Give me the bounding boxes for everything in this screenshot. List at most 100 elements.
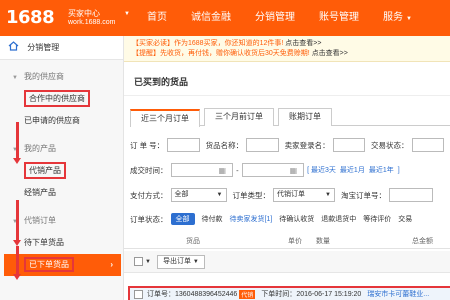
nav-service[interactable]: 服务 ▼ (371, 0, 424, 36)
nav-distribution[interactable]: 分销管理 (243, 0, 307, 36)
status-pending-receipt[interactable]: 待确认收货 (279, 214, 314, 224)
guide-arrow-icon (13, 274, 21, 280)
column-total: 总金额 (412, 238, 433, 245)
taobao-order-label: 淘宝订单号： (341, 190, 386, 200)
top-bar: 1688 买家中心 work.1688.com ▼ 首页 诚信金融 分销管理 账… (0, 0, 450, 36)
caret-down-icon: ▼ (216, 192, 223, 198)
order-type-label: 订单类型： (232, 190, 271, 200)
row-checkbox[interactable] (134, 289, 143, 299)
filter-row: 订 单 号： 货品名称： 卖家登录名： 交易状态： (130, 134, 450, 156)
notice-line: 【买家必读】作为1688买家，你还知道的12件事! 点击查看>> (132, 39, 442, 49)
sidebar-item-label: 待下单货品 (24, 238, 64, 247)
export-orders-button[interactable]: 导出订单 ▼ (156, 254, 205, 269)
calendar-icon[interactable]: ▦ (219, 166, 227, 175)
date-separator: - (236, 165, 239, 175)
order-time-label: 下单时间： (261, 291, 297, 298)
guide-line (16, 122, 19, 158)
nav-finance[interactable]: 诚信金融 (179, 0, 243, 36)
column-unit-price: 单价 (288, 238, 302, 245)
notice-text: 先收货，再付钱，赠你确认收货后30天免费赊期! (160, 50, 310, 57)
trade-status-select[interactable] (411, 138, 444, 152)
status-refund[interactable]: 退款退货中 (321, 214, 356, 224)
status-pending-review[interactable]: 等待评价 (363, 214, 391, 224)
notice-link[interactable]: 点击查看>> (285, 40, 321, 47)
logo-title: 买家中心 (68, 9, 100, 18)
product-name-input[interactable] (246, 138, 279, 152)
order-time-value: 2016-06-17 15:19:20 (296, 290, 362, 298)
table-row: 订单号： 1360488396452446 代销 下单时间： 2016-06-1… (128, 286, 450, 300)
sidebar-item-label: 已下单货品 (24, 257, 74, 272)
payment-select[interactable]: 全部 ▼ (170, 188, 227, 202)
guide-line (16, 246, 19, 274)
payment-label: 支付方式： (130, 190, 168, 200)
status-pending-payment[interactable]: 待付款 (202, 214, 223, 224)
chevron-down-icon: ▼ (406, 16, 412, 22)
link-last-3-days[interactable]: 最近3天 (311, 167, 336, 174)
caret-down-icon[interactable]: ▼ (145, 259, 151, 265)
link-last-month[interactable]: 最近1月 (340, 167, 365, 174)
nav-service-label: 服务 (383, 12, 403, 23)
status-all[interactable]: 全部 (170, 213, 195, 225)
link-last-year[interactable]: 最近1年 (369, 167, 394, 174)
notice-text: 作为1688买家，你还知道的12件事! (174, 40, 284, 47)
group-title-label: 代销订单 (23, 216, 56, 225)
guide-arrow-icon (13, 158, 21, 164)
tab-recent-three-months[interactable]: 近三个月订单 (130, 109, 200, 127)
order-no-input[interactable] (167, 138, 200, 152)
filter-panel: 订 单 号： 货品名称： 卖家登录名： 交易状态： 成交时间： ▦ - ▦ [ … (124, 126, 450, 206)
order-no-label: 订 单 号： (130, 140, 165, 150)
consignment-tag: 代销 (239, 289, 256, 299)
quick-date-links: [ 最近3天 最近1月 最近1年] (307, 165, 400, 175)
status-pending-shipment[interactable]: 待卖家发货[1] (230, 214, 273, 224)
tab-credit-orders[interactable]: 账期订单 (278, 108, 332, 126)
column-quantity: 数量 (316, 238, 330, 245)
order-type-value: 代销订单 (277, 191, 305, 198)
sidebar-header[interactable]: 分销管理 (0, 36, 123, 60)
filter-row: 支付方式： 全部 ▼ 订单类型： 代销订单 ▼ 淘宝订单号： (130, 184, 450, 206)
triangle-down-icon: ▼ (12, 75, 18, 81)
chevron-down-icon[interactable]: ▼ (124, 11, 130, 17)
order-tabs: 近三个月订单 三个月前订单 账期订单 (130, 108, 450, 127)
status-trade[interactable]: 交易 (398, 214, 412, 224)
filter-row: 成交时间： ▦ - ▦ [ 最近3天 最近1月 最近1年] (130, 159, 450, 181)
order-status-row: 订单状态： 全部 待付款 待卖家发货[1] 待确认收货 退款退货中 等待评价 交… (124, 209, 450, 229)
sidebar-group-suppliers[interactable]: ▼ 我的供应商 (0, 66, 123, 88)
sidebar-item-cooperating-suppliers[interactable]: 合作中的供应商 (0, 88, 123, 110)
nav-account[interactable]: 账号管理 (307, 0, 371, 36)
table-toolbar: ▼ 导出订单 ▼ (124, 251, 450, 273)
order-no-value: 1360488396452446 (175, 290, 238, 298)
notice-link[interactable]: 点击查看>> (312, 50, 348, 57)
nav-home[interactable]: 首页 (135, 0, 179, 36)
tab-older-than-three-months[interactable]: 三个月前订单 (204, 108, 274, 126)
trade-status-label: 交易状态： (371, 140, 409, 150)
table-header: 货品 单价 数量 总金额 (124, 235, 450, 249)
seller-login-input[interactable] (332, 138, 366, 152)
calendar-icon[interactable]: ▦ (290, 166, 298, 175)
payment-value: 全部 (174, 191, 189, 198)
notice-bar: 【买家必读】作为1688买家，你还知道的12件事! 点击查看>> 【提醒】先收货… (124, 36, 450, 62)
notice-tag: 【提醒】 (132, 50, 160, 57)
export-orders-label: 导出订单 (162, 257, 191, 265)
sidebar-item-ordered-goods[interactable]: 已下单货品 › (4, 254, 121, 276)
column-product: 货品 (186, 238, 200, 245)
sidebar-item-label: 已申请的供应商 (24, 116, 80, 125)
caret-down-icon: ▼ (325, 192, 331, 198)
main-nav: 首页 诚信金融 分销管理 账号管理 服务 ▼ (135, 0, 424, 36)
logo[interactable]: 1688 买家中心 work.1688.com ▼ (6, 7, 130, 28)
sidebar-item-label: 合作中的供应商 (24, 90, 90, 107)
select-all-checkbox[interactable] (134, 257, 143, 266)
chevron-right-icon: › (110, 260, 113, 269)
order-type-select[interactable]: 代销订单 ▼ (273, 188, 335, 202)
guide-line (16, 200, 19, 240)
bracket: ] (397, 167, 400, 174)
home-icon (8, 41, 19, 51)
taobao-order-input[interactable] (389, 188, 433, 202)
sidebar: 分销管理 ▼ 我的供应商 合作中的供应商 已申请的供应商 ▼ 我的产品 代销产品 经… (0, 36, 124, 300)
sidebar-item-label: 经销产品 (24, 188, 56, 197)
created-time-label: 成交时间： (130, 165, 168, 175)
notice-tag: 【买家必读】 (132, 40, 174, 47)
seller-link[interactable]: 瑞安市卡可蕾鞋业... (367, 289, 429, 299)
order-no-label: 订单号： (147, 291, 175, 298)
logo-number: 1688 (6, 7, 55, 28)
caret-down-icon: ▼ (192, 258, 199, 265)
